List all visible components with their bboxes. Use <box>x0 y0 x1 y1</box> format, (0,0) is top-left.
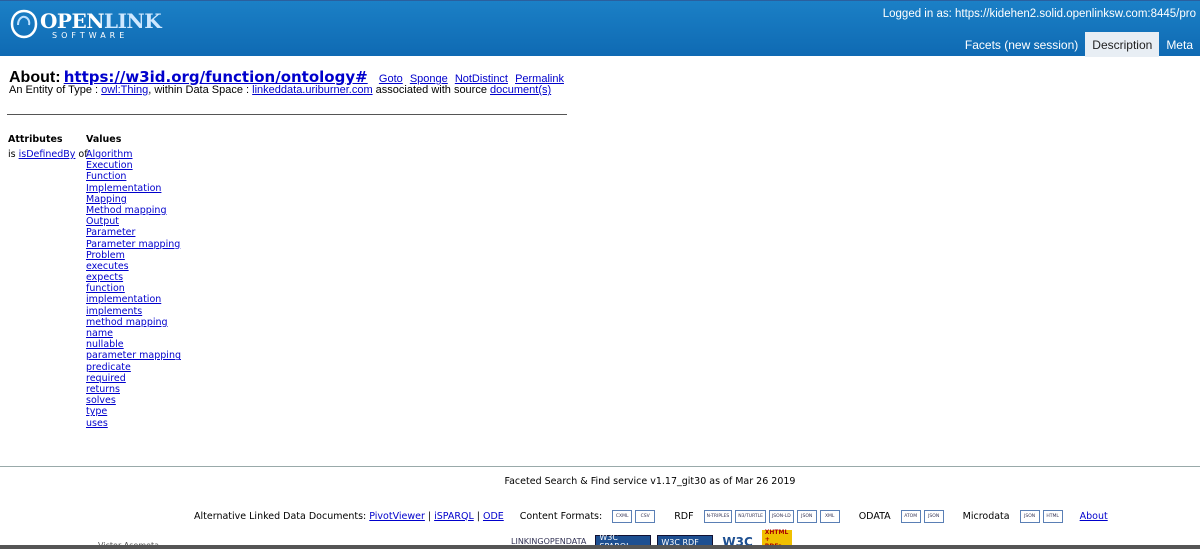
value-link[interactable]: Output <box>86 216 246 227</box>
jsonld-format-icon[interactable]: JSON-LD <box>768 509 794 523</box>
values-list: Algorithm Execution Function Implementation… <box>86 149 246 429</box>
microdata-html-format-icon[interactable]: HTML <box>1042 509 1063 523</box>
ntriples-format-icon[interactable]: N-TRIPLES <box>703 509 733 523</box>
about-footer-link[interactable]: About <box>1080 511 1108 522</box>
tab-facets-new-session[interactable]: Facets (new session) <box>958 32 1085 57</box>
value-link[interactable]: predicate <box>86 362 246 373</box>
logo-text-link: LINK <box>104 9 162 33</box>
value-link[interactable]: Problem <box>86 250 246 261</box>
value-link[interactable]: type <box>86 406 246 417</box>
value-link[interactable]: implementation <box>86 294 246 305</box>
value-link[interactable]: Mapping <box>86 194 246 205</box>
csv-format-icon[interactable]: CSV <box>635 509 656 523</box>
divider-top <box>7 114 567 115</box>
value-link[interactable]: implements <box>86 306 246 317</box>
data-space-link[interactable]: linkeddata.uriburner.com <box>252 84 372 96</box>
turtle-format-icon[interactable]: N3/TURTLE <box>735 509 766 523</box>
value-link[interactable]: Function <box>86 171 246 182</box>
value-link[interactable]: Parameter <box>86 227 246 238</box>
separator: | <box>427 510 432 522</box>
logo-text-software: SOFTWARE <box>52 31 129 40</box>
odata-json-format-icon[interactable]: JSON <box>923 509 944 523</box>
value-link[interactable]: name <box>86 328 246 339</box>
entity-type-prefix: An Entity of Type : <box>9 84 102 96</box>
odata-label: ODATA <box>858 510 891 522</box>
isdefinedby-link[interactable]: isDefinedBy <box>19 149 76 160</box>
tab-metadata[interactable]: Meta <box>1159 32 1200 57</box>
xml-format-icon[interactable]: XML <box>819 509 840 523</box>
openlink-logo-icon <box>10 9 38 39</box>
value-link[interactable]: Execution <box>86 160 246 171</box>
value-link[interactable]: Algorithm <box>86 149 246 160</box>
value-link[interactable]: Parameter mapping <box>86 239 246 250</box>
value-link[interactable]: function <box>86 283 246 294</box>
cxml-format-icon[interactable]: CXML <box>612 509 633 523</box>
content-formats-label: Content Formats: <box>519 510 603 522</box>
value-link[interactable]: parameter mapping <box>86 350 246 361</box>
bottom-overlay-bar <box>0 545 1200 549</box>
value-link[interactable]: method mapping <box>86 317 246 328</box>
footer-links-row: Alternative Linked Data Documents: Pivot… <box>194 509 1108 523</box>
source-documents-link[interactable]: document(s) <box>490 84 551 96</box>
atom-format-icon[interactable]: ATOM <box>900 509 921 523</box>
separator: | <box>476 510 480 522</box>
value-link[interactable]: Implementation <box>86 183 246 194</box>
value-link[interactable]: expects <box>86 272 246 283</box>
value-link[interactable]: required <box>86 373 246 384</box>
header-bar: OPENLINK SOFTWARE Logged in as: https://… <box>0 0 1200 57</box>
entity-description: An Entity of Type : owl:Thing, within Da… <box>9 84 551 96</box>
entity-source-prefix: associated with source <box>372 84 491 96</box>
ode-link[interactable]: ODE <box>483 511 504 522</box>
entity-space-prefix: , within Data Space : <box>148 84 253 96</box>
value-link[interactable]: returns <box>86 384 246 395</box>
openlink-logo[interactable]: OPENLINK SOFTWARE <box>10 7 162 43</box>
value-link[interactable]: solves <box>86 395 246 406</box>
value-link[interactable]: uses <box>86 418 246 429</box>
alt-docs-label: Alternative Linked Data Documents: <box>194 510 367 522</box>
service-version-text: Faceted Search & Find service v1.17_git3… <box>504 476 796 487</box>
microdata-json-format-icon[interactable]: JSON <box>1019 509 1040 523</box>
logo-text-open: OPEN <box>40 9 105 33</box>
pivotviewer-link[interactable]: PivotViewer <box>369 511 425 522</box>
entity-type-link[interactable]: owl:Thing <box>101 84 148 96</box>
attributes-header: Attributes <box>8 134 63 145</box>
isparql-link[interactable]: iSPARQL <box>434 511 474 522</box>
values-header: Values <box>86 134 122 145</box>
property-cell: is isDefinedBy of <box>8 149 88 160</box>
logged-in-label: Logged in as: https://kidehen2.solid.ope… <box>882 8 1196 20</box>
divider-footer <box>0 466 1200 467</box>
property-prefix: is <box>8 149 19 160</box>
json-format-icon[interactable]: JSON <box>796 509 817 523</box>
microdata-label: Microdata <box>962 510 1010 522</box>
tab-description[interactable]: Description <box>1085 32 1160 57</box>
value-link[interactable]: Method mapping <box>86 205 246 216</box>
rdf-label: RDF <box>674 510 694 522</box>
value-link[interactable]: nullable <box>86 339 246 350</box>
tab-bar: Facets (new session) Description Meta <box>958 32 1200 57</box>
value-link[interactable]: executes <box>86 261 246 272</box>
